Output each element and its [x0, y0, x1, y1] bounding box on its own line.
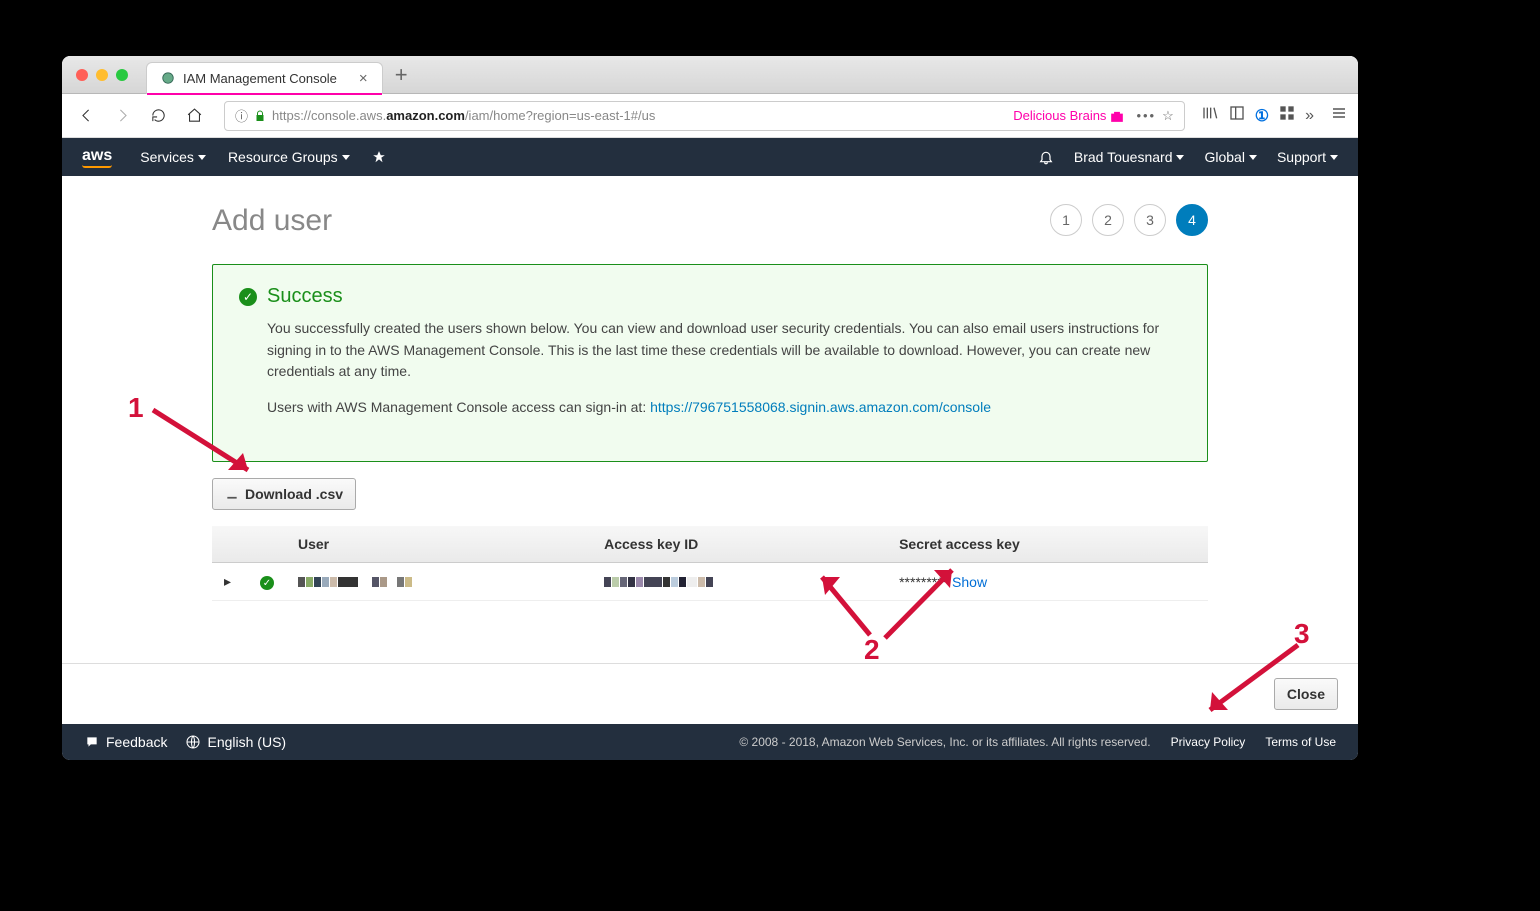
copyright-text: © 2008 - 2018, Amazon Web Services, Inc.… — [739, 735, 1150, 749]
close-button[interactable]: Close — [1274, 678, 1338, 710]
browser-tab[interactable]: IAM Management Console × — [146, 62, 383, 94]
library-icon[interactable] — [1201, 105, 1219, 126]
maximize-window-icon[interactable] — [116, 69, 128, 81]
titlebar: IAM Management Console × + — [62, 56, 1358, 94]
success-body: You successfully created the users shown… — [267, 318, 1181, 383]
extension-icon[interactable] — [1279, 105, 1295, 126]
speech-bubble-icon — [84, 735, 100, 749]
access-key-cell — [592, 562, 887, 601]
region-menu[interactable]: Global — [1204, 149, 1256, 165]
feedback-link[interactable]: Feedback — [84, 734, 167, 750]
bookmark-tag[interactable]: Delicious Brains — [1013, 108, 1124, 123]
col-access-key-id: Access key ID — [592, 526, 887, 563]
content-area: Add user 1 2 3 4 ✓ Success You successfu… — [62, 176, 1358, 663]
browser-window: IAM Management Console × + ⓘ https://con… — [62, 56, 1358, 760]
new-tab-button[interactable]: + — [395, 62, 408, 88]
wizard-footer: Close — [62, 663, 1358, 724]
resource-groups-menu[interactable]: Resource Groups — [228, 149, 350, 165]
success-check-icon: ✓ — [239, 288, 257, 306]
wizard-steps: 1 2 3 4 — [1050, 204, 1208, 236]
terms-link[interactable]: Terms of Use — [1265, 735, 1336, 749]
privacy-link[interactable]: Privacy Policy — [1171, 735, 1246, 749]
forward-button[interactable] — [108, 102, 136, 130]
close-tab-icon[interactable]: × — [359, 70, 368, 87]
page-title: Add user — [212, 204, 332, 238]
table-row: ▸ ✓ ********* Show — [212, 562, 1208, 601]
secret-mask: ********* — [899, 574, 948, 590]
redacted-username — [298, 577, 412, 587]
sidebar-icon[interactable] — [1229, 105, 1245, 126]
aws-header: aws Services Resource Groups Brad Touesn… — [62, 138, 1358, 176]
step-4: 4 — [1176, 204, 1208, 236]
success-title: Success — [267, 285, 343, 308]
tab-title: IAM Management Console — [183, 71, 337, 86]
identity-icon[interactable]: ⓘ — [235, 106, 248, 125]
home-button[interactable] — [180, 102, 208, 130]
user-cell — [286, 562, 592, 601]
col-user: User — [286, 526, 592, 563]
close-window-icon[interactable] — [76, 69, 88, 81]
aws-footer: Feedback English (US) © 2008 - 2018, Ama… — [62, 724, 1358, 760]
secret-cell: ********* Show — [887, 562, 1208, 601]
chevron-down-icon — [1249, 155, 1257, 160]
chevron-down-icon — [342, 155, 350, 160]
show-secret-link[interactable]: Show — [952, 574, 987, 590]
tab-favicon — [161, 71, 175, 85]
tab-loading-bar — [147, 93, 382, 95]
support-menu[interactable]: Support — [1277, 149, 1338, 165]
browser-navbar: ⓘ https://console.aws.amazon.com/iam/hom… — [62, 94, 1358, 138]
expand-row-icon[interactable]: ▸ — [224, 573, 231, 589]
lock-icon[interactable] — [254, 110, 266, 122]
signin-link[interactable]: https://796751558068.signin.aws.amazon.c… — [650, 399, 991, 415]
chevron-down-icon — [198, 155, 206, 160]
url-text: https://console.aws.amazon.com/iam/home?… — [272, 108, 1007, 123]
overflow-icon[interactable]: » — [1305, 107, 1314, 125]
minimize-window-icon[interactable] — [96, 69, 108, 81]
pin-icon[interactable] — [372, 150, 386, 164]
onepassword-icon[interactable]: ① — [1255, 106, 1269, 126]
notifications-icon[interactable] — [1038, 149, 1054, 165]
col-secret-access-key: Secret access key — [887, 526, 1208, 563]
success-alert: ✓ Success You successfully created the u… — [212, 264, 1208, 462]
step-3: 3 — [1134, 204, 1166, 236]
hamburger-menu-icon[interactable] — [1330, 105, 1348, 126]
chevron-down-icon — [1330, 155, 1338, 160]
aws-logo[interactable]: aws — [82, 147, 112, 168]
globe-icon — [185, 734, 201, 750]
services-menu[interactable]: Services — [140, 149, 206, 165]
reload-button[interactable] — [144, 102, 172, 130]
download-icon — [225, 487, 239, 501]
window-controls — [76, 69, 128, 81]
bookmark-star-icon[interactable]: ☆ — [1162, 108, 1174, 124]
account-menu[interactable]: Brad Touesnard — [1074, 149, 1185, 165]
page-actions-icon[interactable]: ••• — [1136, 108, 1156, 123]
row-success-icon: ✓ — [260, 576, 274, 590]
language-selector[interactable]: English (US) — [185, 734, 286, 750]
url-bar[interactable]: ⓘ https://console.aws.amazon.com/iam/hom… — [224, 101, 1185, 131]
chevron-down-icon — [1176, 155, 1184, 160]
users-table: User Access key ID Secret access key ▸ ✓ — [212, 526, 1208, 602]
redacted-access-key — [604, 577, 713, 587]
step-1: 1 — [1050, 204, 1082, 236]
toolbar-icons: ① » — [1201, 105, 1314, 126]
step-2: 2 — [1092, 204, 1124, 236]
download-csv-button[interactable]: Download .csv — [212, 478, 356, 510]
signin-text: Users with AWS Management Console access… — [267, 399, 646, 415]
back-button[interactable] — [72, 102, 100, 130]
